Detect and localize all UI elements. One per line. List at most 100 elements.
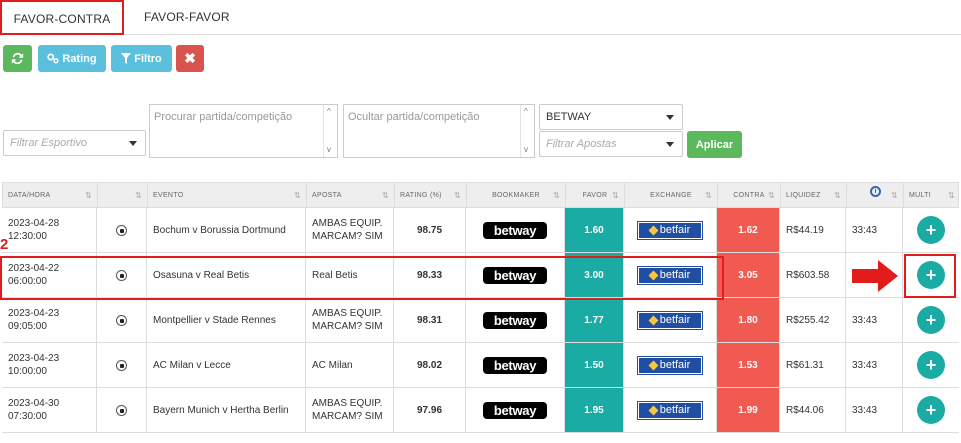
tab-favor-favor[interactable]: FAVOR-FAVOR xyxy=(144,0,230,35)
ocultar-placeholder: Ocultar partida/competição xyxy=(348,111,480,123)
aposta-line-1: AC Milan xyxy=(312,359,353,371)
add-multi-button[interactable]: + xyxy=(917,306,945,334)
add-multi-button[interactable]: + xyxy=(917,396,945,424)
ocultar-textarea[interactable]: Ocultar partida/competição ^ v xyxy=(343,104,535,158)
col-favor[interactable]: FAVOR ⇅ xyxy=(566,183,625,208)
cell-exchange[interactable]: betfair xyxy=(624,388,717,432)
cell-evento[interactable]: Osasuna v Real Betis xyxy=(147,253,306,297)
sort-icon: ⇅ xyxy=(84,191,92,200)
betway-logo[interactable]: betway xyxy=(483,401,547,419)
col-liquidez[interactable]: LIQUIDEZ ⇅ xyxy=(781,183,847,208)
bookmaker-select[interactable]: BETWAY xyxy=(539,104,683,130)
col-contra[interactable]: CONTRA ⇅ xyxy=(718,183,781,208)
refresh-button[interactable] xyxy=(3,45,32,72)
cell-multi: + xyxy=(903,388,959,432)
cell-bookmaker[interactable]: betway xyxy=(466,388,565,432)
cell-exchange[interactable]: betfair xyxy=(624,208,717,252)
cell-evento[interactable]: AC Milan v Lecce xyxy=(147,343,306,387)
cell-contra: 3.05 xyxy=(717,253,780,297)
clear-button[interactable]: ✖ xyxy=(176,45,204,72)
table-header: DATA/HORA ⇅ ⇅ EVENTO ⇅ APOSTA ⇅ RATING (%) ⇅… xyxy=(2,182,959,208)
cell-contra: 1.99 xyxy=(717,388,780,432)
filtro-button[interactable]: Filtro xyxy=(111,45,172,72)
betway-logo[interactable]: betway xyxy=(483,266,547,284)
cell-datetime: 2023-04-22 06:00:00 xyxy=(2,253,97,297)
col-tempo[interactable]: ⇅ xyxy=(847,183,904,208)
table-row[interactable]: 2023-04-30 07:30:00 Bayern Munich v Hertha… xyxy=(2,388,959,433)
clock-icon xyxy=(869,186,881,197)
col-data-hora[interactable]: DATA/HORA ⇅ xyxy=(3,183,98,208)
betfair-label: betfair xyxy=(659,403,691,416)
betway-logo[interactable]: betway xyxy=(483,221,547,239)
col-multi[interactable]: MULTI ⇅ xyxy=(904,183,960,208)
table-row[interactable]: 2023-04-23 09:05:00 Montpellier v Stade Re… xyxy=(2,298,959,343)
cell-bookmaker[interactable]: betway xyxy=(466,208,565,252)
add-multi-button[interactable]: + xyxy=(917,261,945,289)
gears-icon xyxy=(47,53,59,64)
table-row[interactable]: 2023-04-28 12:30:00 Bochum v Borussia Dort… xyxy=(2,208,959,253)
cell-multi: + xyxy=(903,298,959,342)
table-row[interactable]: 2023-04-22 06:00:00 Osasuna v Real Betis Re… xyxy=(2,253,959,298)
add-multi-button[interactable]: + xyxy=(917,351,945,379)
apostas-select[interactable]: Filtrar Apostas xyxy=(539,131,683,157)
col-rating[interactable]: RATING (%) ⇅ xyxy=(395,183,467,208)
sort-icon: ⇅ xyxy=(552,191,560,200)
betway-logo[interactable]: betway xyxy=(483,356,547,374)
soccer-ball-icon xyxy=(116,269,127,281)
aposta-line-1: AMBAS EQUIP. xyxy=(312,398,383,409)
cell-aposta: AMBAS EQUIP. MARCAM? SIM xyxy=(306,388,394,432)
scrollbar[interactable]: ^ v xyxy=(323,105,337,157)
plus-icon: + xyxy=(925,354,937,375)
cell-rating: 98.33 xyxy=(394,253,466,297)
col-label: FAVOR xyxy=(582,192,608,199)
sort-icon: ⇅ xyxy=(453,191,461,200)
cell-exchange[interactable]: betfair xyxy=(624,253,717,297)
cell-multi: + xyxy=(903,208,959,252)
cell-evento[interactable]: Montpellier v Stade Rennes xyxy=(147,298,306,342)
cell-bookmaker[interactable]: betway xyxy=(466,253,565,297)
cell-exchange[interactable]: betfair xyxy=(624,343,717,387)
col-label: BOOKMAKER xyxy=(492,192,540,199)
cell-evento[interactable]: Bochum v Borussia Dortmund xyxy=(147,208,306,252)
betfair-logo[interactable]: betfair xyxy=(637,400,703,420)
cell-favor: 3.00 xyxy=(565,253,624,297)
cell-tempo: 33:43 xyxy=(846,298,903,342)
tab-favor-contra[interactable]: FAVOR-CONTRA xyxy=(0,0,124,35)
col-evento[interactable]: EVENTO ⇅ xyxy=(148,183,307,208)
cell-exchange[interactable]: betfair xyxy=(624,298,717,342)
sort-icon: ⇅ xyxy=(704,191,712,200)
aposta-line-2: MARCAM? SIM xyxy=(312,411,383,422)
cell-datetime: 2023-04-30 07:30:00 xyxy=(2,388,97,432)
col-sport[interactable]: ⇅ xyxy=(98,183,148,208)
betfair-logo[interactable]: betfair xyxy=(637,220,703,240)
apply-button[interactable]: Aplicar xyxy=(687,131,742,158)
cell-aposta: Real Betis xyxy=(306,253,394,297)
procurar-textarea[interactable]: Procurar partida/competição ^ v xyxy=(149,104,338,158)
cell-liquidez: R$255.42 xyxy=(780,298,846,342)
col-exchange[interactable]: EXCHANGE ⇅ xyxy=(625,183,718,208)
col-bookmaker[interactable]: BOOKMAKER ⇅ xyxy=(467,183,566,208)
table-row[interactable]: 2023-04-23 10:00:00 AC Milan v Lecce AC Mil… xyxy=(2,343,959,388)
betfair-logo[interactable]: betfair xyxy=(637,355,703,375)
cell-bookmaker[interactable]: betway xyxy=(466,298,565,342)
col-aposta[interactable]: APOSTA ⇅ xyxy=(307,183,395,208)
rating-button[interactable]: Rating xyxy=(38,45,106,72)
col-label: CONTRA xyxy=(733,192,765,199)
cell-aposta: AMBAS EQUIP. MARCAM? SIM xyxy=(306,298,394,342)
time-text: 12:30:00 xyxy=(8,231,47,242)
cell-rating: 98.02 xyxy=(394,343,466,387)
add-multi-button[interactable]: + xyxy=(917,216,945,244)
aposta-line-1: AMBAS EQUIP. xyxy=(312,218,383,229)
esportivo-select[interactable]: Filtrar Esportivo xyxy=(3,130,146,156)
soccer-ball-icon xyxy=(116,404,127,416)
betfair-diamond-icon xyxy=(648,225,659,235)
aposta-line-1: AMBAS EQUIP. xyxy=(312,308,383,319)
scrollbar[interactable]: ^ v xyxy=(520,105,534,157)
betfair-logo[interactable]: betfair xyxy=(637,310,703,330)
betway-logo[interactable]: betway xyxy=(483,311,547,329)
cell-bookmaker[interactable]: betway xyxy=(466,343,565,387)
cell-rating: 98.75 xyxy=(394,208,466,252)
bookmaker-value: BETWAY xyxy=(546,111,592,123)
cell-evento[interactable]: Bayern Munich v Hertha Berlin xyxy=(147,388,306,432)
betfair-logo[interactable]: betfair xyxy=(637,265,703,285)
